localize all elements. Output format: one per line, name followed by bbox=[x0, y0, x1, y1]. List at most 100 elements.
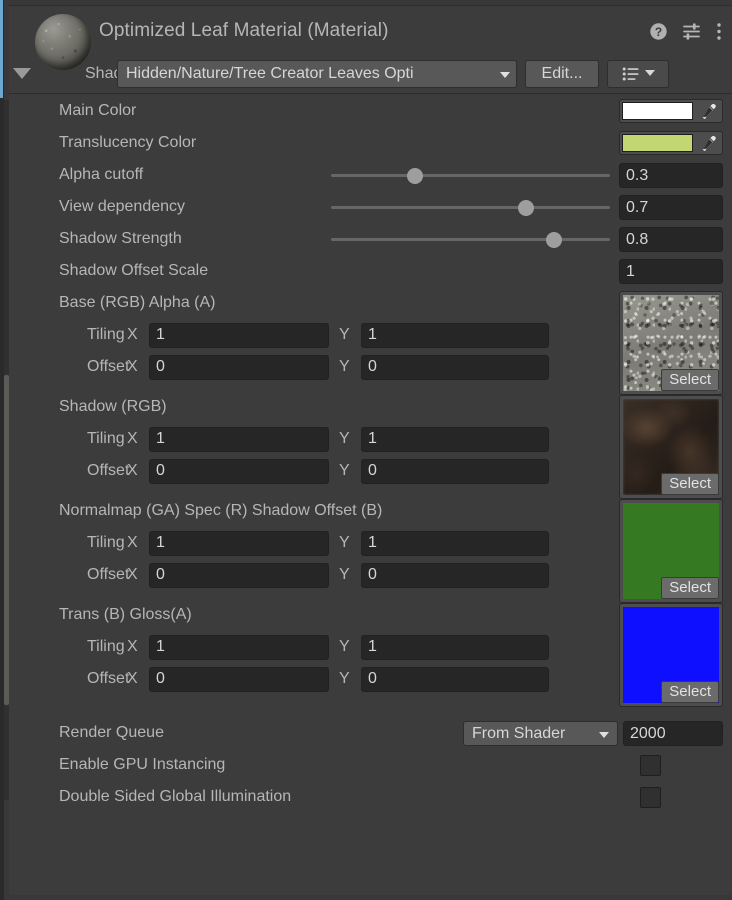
translucency-color-label: Translucency Color bbox=[9, 134, 271, 152]
shader-list-button[interactable] bbox=[607, 60, 669, 88]
y-axis-label: Y bbox=[329, 462, 361, 480]
x-axis-label: X bbox=[127, 430, 149, 448]
edit-shader-button[interactable]: Edit... bbox=[525, 60, 599, 88]
offset-label: Offset bbox=[9, 670, 127, 688]
slider-track bbox=[331, 238, 610, 241]
main-color-swatch[interactable] bbox=[622, 102, 693, 120]
selection-accent-bar bbox=[0, 0, 3, 98]
slider-handle[interactable] bbox=[518, 200, 534, 216]
trans-gloss-offset-x-input[interactable]: 0 bbox=[149, 667, 329, 692]
x-axis-label: X bbox=[127, 566, 149, 584]
preset-settings-icon[interactable] bbox=[682, 22, 702, 46]
trans-gloss-tiling-row: Tiling X 1 Y 1 bbox=[9, 631, 732, 663]
chevron-down-icon bbox=[500, 72, 510, 78]
double-sided-gi-label: Double Sided Global Illumination bbox=[9, 788, 271, 806]
base-tiling-y-input[interactable]: 1 bbox=[361, 323, 549, 348]
shader-dropdown-value: Hidden/Nature/Tree Creator Leaves Opti bbox=[126, 65, 414, 83]
more-options-icon[interactable] bbox=[716, 22, 722, 46]
x-axis-label: X bbox=[127, 462, 149, 480]
header-icon-group: ? bbox=[649, 22, 722, 46]
material-header: Optimized Leaf Material (Material) ? bbox=[9, 6, 732, 94]
render-queue-dropdown[interactable]: From Shader bbox=[463, 721, 618, 746]
shadow-strength-slider[interactable] bbox=[331, 238, 610, 241]
base-tiling-x-input[interactable]: 1 bbox=[149, 323, 329, 348]
property-row-view-dependency: View dependency 0.7 bbox=[9, 191, 732, 223]
trans-gloss-offset-row: Offset X 0 Y 0 bbox=[9, 663, 732, 695]
render-queue-label: Render Queue bbox=[9, 724, 271, 742]
offset-label: Offset bbox=[9, 566, 127, 584]
normalmap-offset-x-input[interactable]: 0 bbox=[149, 563, 329, 588]
property-row-shadow-strength: Shadow Strength 0.8 bbox=[9, 223, 732, 255]
base-offset-y-input[interactable]: 0 bbox=[361, 355, 549, 380]
texture-block-base: Select Base (RGB) Alpha (A) Tiling X 1 Y… bbox=[9, 287, 732, 383]
gpu-instancing-label: Enable GPU Instancing bbox=[9, 756, 271, 774]
offset-label: Offset bbox=[9, 462, 127, 480]
slider-track bbox=[331, 174, 610, 177]
trans-gloss-tiling-x-input[interactable]: 1 bbox=[149, 635, 329, 660]
shader-list-icon bbox=[622, 66, 640, 82]
property-row-shadow-offset-scale: Shadow Offset Scale 1 bbox=[9, 255, 732, 287]
material-inspector-panel: Optimized Leaf Material (Material) ? bbox=[9, 5, 732, 895]
base-offset-row: Offset X 0 Y 0 bbox=[9, 351, 732, 383]
view-dependency-label: View dependency bbox=[9, 198, 271, 216]
y-axis-label: Y bbox=[329, 430, 361, 448]
normalmap-tiling-y-input[interactable]: 1 bbox=[361, 531, 549, 556]
trans-gloss-tiling-y-input[interactable]: 1 bbox=[361, 635, 549, 660]
y-axis-label: Y bbox=[329, 638, 361, 656]
shadow-tiling-y-input[interactable]: 1 bbox=[361, 427, 549, 452]
x-axis-label: X bbox=[127, 638, 149, 656]
page-title: Optimized Leaf Material (Material) bbox=[99, 20, 389, 42]
shader-label: Shader bbox=[9, 65, 117, 83]
texture-block-shadow: Select Shadow (RGB) Tiling X 1 Y 1 Offse… bbox=[9, 391, 732, 487]
shadow-tiling-x-input[interactable]: 1 bbox=[149, 427, 329, 452]
property-row-translucency-color: Translucency Color bbox=[9, 127, 732, 159]
alpha-cutoff-slider[interactable] bbox=[331, 174, 610, 177]
shadow-offset-y-input[interactable]: 0 bbox=[361, 459, 549, 484]
base-tiling-row: Tiling X 1 Y 1 bbox=[9, 319, 732, 351]
view-dependency-input[interactable]: 0.7 bbox=[619, 195, 723, 220]
shadow-offset-x-input[interactable]: 0 bbox=[149, 459, 329, 484]
slider-handle[interactable] bbox=[546, 232, 562, 248]
double-sided-gi-checkbox[interactable] bbox=[640, 787, 661, 808]
alpha-cutoff-input[interactable]: 0.3 bbox=[619, 163, 723, 188]
view-dependency-slider[interactable] bbox=[331, 206, 610, 209]
shadow-offset-scale-input[interactable]: 1 bbox=[619, 259, 723, 284]
offset-label: Offset bbox=[9, 358, 127, 376]
tiling-label: Tiling bbox=[9, 326, 127, 344]
shadow-strength-input[interactable]: 0.8 bbox=[619, 227, 723, 252]
shadow-strength-label: Shadow Strength bbox=[9, 230, 271, 248]
tiling-label: Tiling bbox=[9, 638, 127, 656]
main-color-field[interactable] bbox=[619, 99, 723, 123]
render-queue-mode-value: From Shader bbox=[472, 725, 565, 743]
normalmap-offset-y-input[interactable]: 0 bbox=[361, 563, 549, 588]
shadow-offset-row: Offset X 0 Y 0 bbox=[9, 455, 732, 487]
render-queue-value-input[interactable]: 2000 bbox=[623, 721, 723, 746]
x-axis-label: X bbox=[127, 326, 149, 344]
normalmap-offset-row: Offset X 0 Y 0 bbox=[9, 559, 732, 591]
y-axis-label: Y bbox=[329, 566, 361, 584]
inspector-window: Optimized Leaf Material (Material) ? bbox=[0, 0, 732, 900]
tiling-label: Tiling bbox=[9, 430, 127, 448]
texture-block-trans-gloss: Select Trans (B) Gloss(A) Tiling X 1 Y 1… bbox=[9, 599, 732, 695]
base-offset-x-input[interactable]: 0 bbox=[149, 355, 329, 380]
normalmap-tiling-x-input[interactable]: 1 bbox=[149, 531, 329, 556]
y-axis-label: Y bbox=[329, 534, 361, 552]
shader-row: Shader Hidden/Nature/Tree Creator Leaves… bbox=[9, 58, 732, 90]
help-icon[interactable]: ? bbox=[649, 22, 668, 46]
y-axis-label: Y bbox=[329, 358, 361, 376]
shadow-tiling-row: Tiling X 1 Y 1 bbox=[9, 423, 732, 455]
tiling-label: Tiling bbox=[9, 534, 127, 552]
property-row-gpu-instancing: Enable GPU Instancing bbox=[9, 749, 732, 781]
main-color-label: Main Color bbox=[9, 102, 271, 120]
gpu-instancing-checkbox[interactable] bbox=[640, 755, 661, 776]
property-row-alpha-cutoff: Alpha cutoff 0.3 bbox=[9, 159, 732, 191]
slider-handle[interactable] bbox=[407, 168, 423, 184]
translucency-color-swatch[interactable] bbox=[622, 134, 693, 152]
chevron-down-icon bbox=[645, 70, 655, 76]
shader-dropdown[interactable]: Hidden/Nature/Tree Creator Leaves Opti bbox=[117, 60, 517, 88]
eyedropper-icon[interactable] bbox=[695, 100, 722, 122]
eyedropper-icon[interactable] bbox=[695, 132, 722, 154]
property-row-double-sided-gi: Double Sided Global Illumination bbox=[9, 781, 732, 813]
translucency-color-field[interactable] bbox=[619, 131, 723, 155]
trans-gloss-offset-y-input[interactable]: 0 bbox=[361, 667, 549, 692]
